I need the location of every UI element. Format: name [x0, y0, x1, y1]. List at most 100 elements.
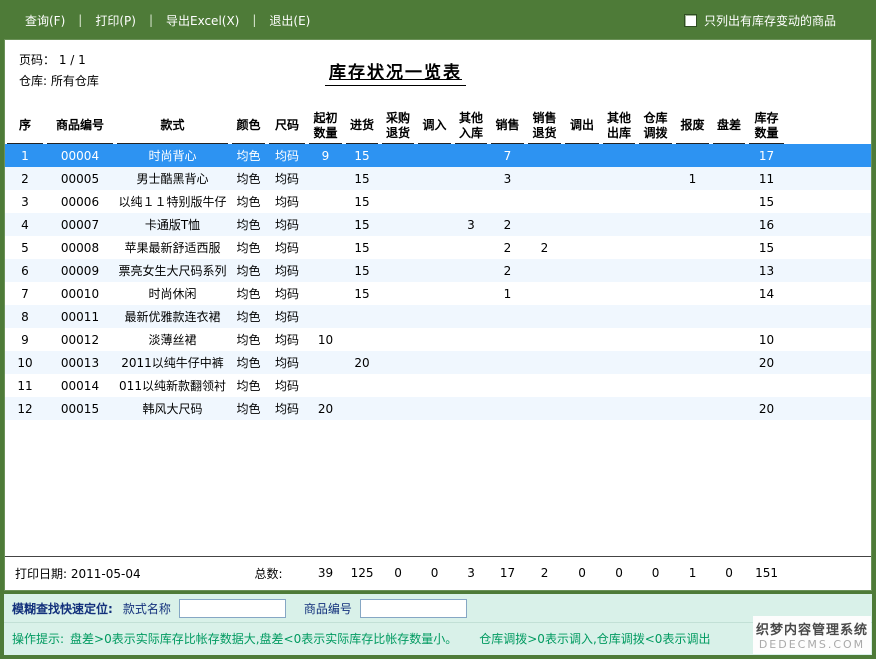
- cell: 8: [5, 305, 45, 328]
- cell: 00012: [45, 328, 115, 351]
- row-filler: [786, 305, 871, 328]
- cell: 均色: [230, 351, 267, 374]
- cell: 均色: [230, 190, 267, 213]
- table-row[interactable]: 1200015韩风大尺码均色均码2020: [5, 397, 871, 420]
- cell: [489, 190, 526, 213]
- cell: [453, 351, 489, 374]
- cell: 17: [747, 144, 786, 167]
- cell: [711, 259, 747, 282]
- cell: 均色: [230, 236, 267, 259]
- cell: [380, 259, 416, 282]
- table-row[interactable]: 600009票亮女生大尺码系列均色均码15213: [5, 259, 871, 282]
- cell: [637, 167, 674, 190]
- menu-exit[interactable]: 退出(E): [256, 12, 323, 29]
- cell: 00005: [45, 167, 115, 190]
- cell: [489, 328, 526, 351]
- cell: 均码: [267, 213, 307, 236]
- cell: [637, 144, 674, 167]
- cell: [307, 236, 344, 259]
- table-row[interactable]: 1100014011以纯新款翻领衬均色均码: [5, 374, 871, 397]
- cell: 2: [526, 236, 563, 259]
- cell: [307, 305, 344, 328]
- cell: 淡薄丝裙: [115, 328, 230, 351]
- column-header: 调出: [563, 102, 601, 144]
- cell: [601, 259, 637, 282]
- cell: [453, 305, 489, 328]
- cell: 1: [489, 282, 526, 305]
- cell: 15: [747, 190, 786, 213]
- cell: [563, 305, 601, 328]
- watermark-domain: DEDECMS.COM: [753, 638, 871, 651]
- cell: [637, 374, 674, 397]
- cell: [711, 305, 747, 328]
- column-header: 报废: [674, 102, 711, 144]
- bottom-bar: 模糊查找快速定位: 款式名称 商品编号 操作提示: 盘差>0表示实际库存比帐存数…: [4, 594, 872, 655]
- table-row[interactable]: 800011最新优雅款连衣裙均色均码: [5, 305, 871, 328]
- row-filler: [786, 259, 871, 282]
- watermark-cn: 织梦内容管理系统: [753, 619, 871, 638]
- stock-change-filter-checkbox[interactable]: [684, 14, 697, 27]
- totals-filler: [786, 562, 871, 584]
- total-value: 0: [380, 562, 416, 584]
- product-id-input[interactable]: [360, 599, 467, 618]
- total-value: 0: [416, 562, 453, 584]
- cell: 均码: [267, 282, 307, 305]
- cell: 9: [307, 144, 344, 167]
- cell: 均色: [230, 397, 267, 420]
- cell: 以纯１１特别版牛仔: [115, 190, 230, 213]
- table-row[interactable]: 500008苹果最新舒适西服均色均码152215: [5, 236, 871, 259]
- table-row[interactable]: 300006以纯１１特别版牛仔均色均码1515: [5, 190, 871, 213]
- table-row[interactable]: 200005男士酷黑背心均色均码153111: [5, 167, 871, 190]
- cell: [416, 213, 453, 236]
- cell: [344, 305, 380, 328]
- column-header: 销售: [489, 102, 526, 144]
- cell: [563, 213, 601, 236]
- table-row[interactable]: 10000132011以纯牛仔中裤均色均码2020: [5, 351, 871, 374]
- cell: [637, 397, 674, 420]
- cell: 1: [674, 167, 711, 190]
- cell: 均码: [267, 305, 307, 328]
- cell: [601, 328, 637, 351]
- cell: 00007: [45, 213, 115, 236]
- column-header: 序: [5, 102, 45, 144]
- cell: 5: [5, 236, 45, 259]
- cell: 20: [747, 351, 786, 374]
- watermark: 织梦内容管理系统 DEDECMS.COM: [753, 616, 871, 654]
- total-value: 17: [489, 562, 526, 584]
- cell: [380, 305, 416, 328]
- menu-print[interactable]: 打印(P): [82, 12, 149, 29]
- row-filler: [786, 351, 871, 374]
- report-title: 库存状况一览表: [325, 58, 466, 86]
- table-row[interactable]: 900012淡薄丝裙均色均码1010: [5, 328, 871, 351]
- cell: 均色: [230, 374, 267, 397]
- table-row[interactable]: 700010时尚休闲均色均码15114: [5, 282, 871, 305]
- row-filler: [786, 328, 871, 351]
- cell: [637, 213, 674, 236]
- cell: 10: [5, 351, 45, 374]
- cell: [747, 374, 786, 397]
- total-value: 2: [526, 562, 563, 584]
- cell: 00006: [45, 190, 115, 213]
- cell: 2: [5, 167, 45, 190]
- row-filler: [786, 374, 871, 397]
- cell: [601, 236, 637, 259]
- table-row[interactable]: 100004时尚背心均色均码915717: [5, 144, 871, 167]
- cell: [674, 144, 711, 167]
- cell: [637, 328, 674, 351]
- cell: 011以纯新款翻领衬: [115, 374, 230, 397]
- cell: [453, 374, 489, 397]
- menu-export-excel[interactable]: 导出Excel(X): [153, 12, 252, 29]
- totals-table: 打印日期: 2011-05-04 总数: 3912500317200010151: [5, 562, 871, 584]
- cell: 15: [344, 167, 380, 190]
- menu-query[interactable]: 查询(F): [12, 12, 78, 29]
- cell: [380, 190, 416, 213]
- cell: 12: [5, 397, 45, 420]
- style-name-input[interactable]: [179, 599, 286, 618]
- cell: 均色: [230, 282, 267, 305]
- cell: [601, 167, 637, 190]
- total-value: 3: [453, 562, 489, 584]
- cell: 20: [344, 351, 380, 374]
- product-id-label: 商品编号: [304, 600, 352, 617]
- row-filler: [786, 167, 871, 190]
- table-row[interactable]: 400007卡通版T恤均色均码153216: [5, 213, 871, 236]
